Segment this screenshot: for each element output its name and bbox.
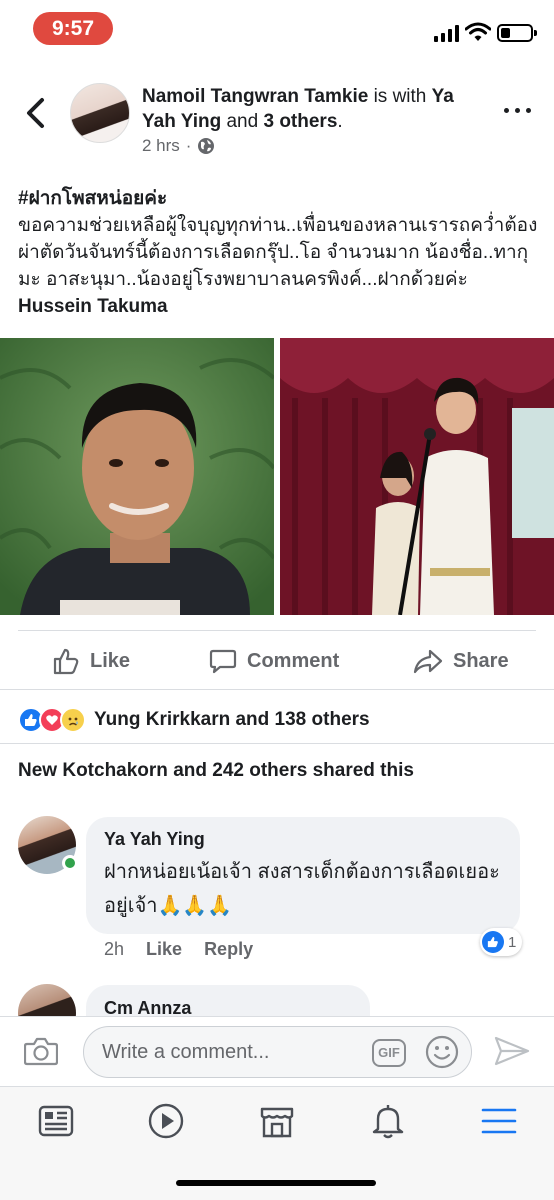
like-count-number: 1: [508, 933, 517, 951]
status-bar: 9:57: [0, 0, 554, 58]
period: .: [337, 111, 343, 132]
reactions-summary[interactable]: Yung Krirkkarn and 138 others: [18, 706, 370, 734]
marketplace-icon[interactable]: [257, 1101, 297, 1141]
status-time: 9:57: [33, 12, 113, 45]
comment-composer: Write a comment... GIF: [0, 1016, 554, 1086]
back-arrow-icon[interactable]: [22, 96, 48, 130]
globe-icon: [198, 138, 215, 154]
battery-icon: [497, 24, 537, 42]
comment-label: Comment: [247, 649, 340, 672]
reactions-text: Yung Krirkkarn and 138 others: [94, 709, 370, 730]
notifications-bell-icon[interactable]: [368, 1101, 408, 1141]
meta-separator: ·: [185, 136, 192, 155]
wifi-icon: [465, 22, 491, 41]
divider-reactions: [0, 743, 554, 744]
share-label: Share: [453, 649, 509, 672]
like-button[interactable]: Like: [52, 644, 130, 678]
more-options-icon[interactable]: [504, 106, 532, 116]
share-arrow-icon: [413, 649, 443, 674]
post-photo-portrait[interactable]: [0, 338, 274, 615]
shares-summary[interactable]: New Kotchakorn and 242 others shared thi…: [18, 760, 414, 782]
like-label: Like: [90, 649, 131, 672]
cellular-signal-icon: [434, 24, 460, 42]
comment-like-count[interactable]: 1: [480, 928, 523, 956]
sad-reaction-icon: [60, 707, 86, 733]
and-text: and: [226, 111, 259, 132]
comment-reply-button[interactable]: Reply: [204, 939, 253, 960]
menu-hamburger-icon[interactable]: [479, 1101, 519, 1141]
comment-text: ฝากหน่อยเน้อเจ้า สงสารเด็กต้องการเลือดเย…: [104, 861, 500, 917]
comment-button[interactable]: Comment: [209, 644, 339, 678]
post-photo-stage[interactable]: [280, 338, 554, 615]
home-indicator: [176, 1180, 376, 1186]
post-mention[interactable]: Hussein Takuma: [18, 296, 168, 317]
watch-icon[interactable]: [146, 1101, 186, 1141]
post-hashtag[interactable]: #ฝากโพสหน่อยค่ะ: [18, 185, 538, 212]
comment-bubble-icon: [209, 649, 237, 674]
divider-bottom-actions: [0, 689, 554, 690]
tagged-others[interactable]: 3 others: [263, 111, 337, 132]
comment-time: 2h: [104, 939, 125, 959]
comment-bubble[interactable]: Ya Yah Ying ฝากหน่อยเน้อเจ้า สงสารเด็กต้…: [86, 817, 520, 934]
like-reaction-icon: [482, 931, 504, 953]
author-avatar[interactable]: [70, 83, 130, 143]
author-name[interactable]: Namoil Tangwran Tamkie: [142, 86, 368, 107]
comment-like-button[interactable]: Like: [146, 939, 182, 960]
news-feed-icon[interactable]: [36, 1101, 76, 1141]
comment-meta: 2h Like Reply: [104, 939, 253, 960]
post-body: ขอความช่วยเหลือผู้ใจบุญทุกท่าน..เพื่อนขอ…: [18, 215, 538, 290]
commenter-name[interactable]: Ya Yah Ying: [104, 829, 205, 850]
camera-icon[interactable]: [24, 1036, 58, 1066]
comment-input[interactable]: Write a comment... GIF: [83, 1026, 472, 1078]
share-button[interactable]: Share: [413, 644, 509, 678]
send-icon[interactable]: [494, 1035, 530, 1067]
thumbs-up-icon: [53, 648, 79, 675]
divider-top-actions: [18, 630, 536, 631]
emoji-icon[interactable]: [425, 1035, 459, 1069]
gif-button[interactable]: GIF: [372, 1039, 406, 1067]
post-time[interactable]: 2 hrs: [142, 136, 180, 156]
post-text: #ฝากโพสหน่อยค่ะ ขอความช่วยเหลือผู้ใจบุญท…: [18, 185, 538, 320]
post-meta: 2 hrs ·: [142, 136, 215, 156]
post-author-line: Namoil Tangwran Tamkie is with Ya Yah Yi…: [142, 84, 487, 134]
comment-placeholder: Write a comment...: [102, 1041, 270, 1063]
online-status-dot: [62, 855, 78, 871]
with-text: is with: [373, 86, 427, 107]
